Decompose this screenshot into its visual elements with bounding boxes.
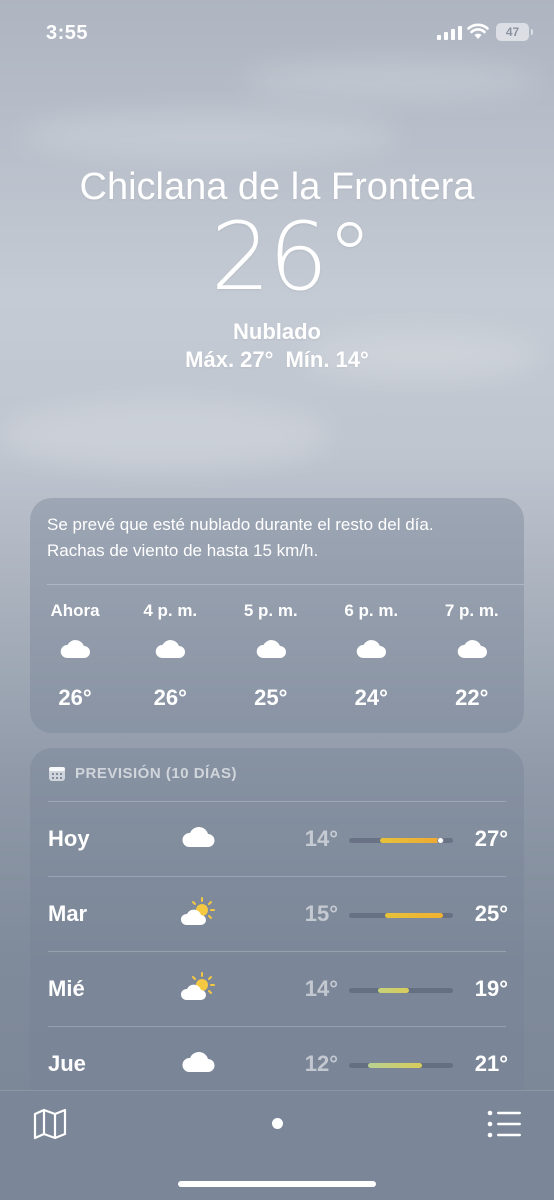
hour-label: Ahora [50,601,100,620]
hour-label: 7 p. m. [444,601,499,620]
hour-item: 5 p. m. 25° [221,601,322,711]
daily-forecast-header: PREVISIÓN (10 DÍAS) [48,765,237,782]
high-temp: 25° [474,901,508,926]
divider [47,584,524,585]
high-temp: 19° [474,976,508,1001]
high-temperature: Máx. 27° [185,347,274,372]
hour-label: 6 p. m. [344,601,399,620]
temperature-range-bar [349,837,453,844]
bottom-toolbar [0,1090,554,1200]
temperature-range-fill [380,838,443,843]
low-temp: 14° [304,976,338,1001]
forecast-summary: Se prevé que esté nublado durante el res… [47,512,517,564]
day-name: Mar [48,901,88,926]
partly-sunny-icon [180,972,215,1000]
list-icon[interactable] [487,1110,521,1138]
temperature-range-bar [349,988,453,993]
cloud-icon [321,625,422,671]
cloud-icon [30,625,120,671]
cellular-signal-icon [437,26,462,40]
high-temp: 21° [474,1051,508,1076]
high-temp: 27° [474,826,508,851]
hourly-list[interactable]: Ahora 26° 4 p. m. 26° 5 p. m. 25° 6 p. m… [30,601,524,711]
page-indicator-dot[interactable] [272,1118,283,1129]
battery-level: 47 [505,25,520,39]
day-row[interactable]: Mié 14° 19° [30,952,524,1026]
hour-label: 5 p. m. [243,601,298,620]
daily-forecast-card[interactable]: PREVISIÓN (10 DÍAS) Hoy 14° 27° Mar 15° … [30,748,524,1108]
cloud-icon [182,826,215,847]
cloud-icon [422,625,523,671]
cloud-icon [221,625,322,671]
hour-temp: 22° [455,685,489,710]
low-temperature: Mín. 14° [285,347,369,372]
hour-item: 7 p. m. 22° [422,601,523,711]
partly-sunny-icon [180,897,215,925]
hour-item: 4 p. m. 26° [120,601,221,711]
hour-temp: 26° [153,685,187,710]
status-time: 3:55 [46,22,89,44]
calendar-icon [49,767,65,781]
wifi-icon [467,23,489,39]
temperature-range-fill [378,988,410,993]
home-indicator[interactable] [178,1181,376,1187]
day-name: Mié [48,976,85,1001]
temperature-range-bar [349,913,453,918]
temperature-range-fill [385,913,443,918]
cloud-streak [20,110,400,160]
low-temp: 15° [304,901,338,926]
hour-item: Ahora 26° [30,601,120,711]
current-weather-header: Chiclana de la Frontera 26° Nublado Máx.… [0,162,554,374]
battery-icon: 47 [496,23,533,41]
day-name: Jue [48,1051,86,1076]
hour-label: 4 p. m. [143,601,198,620]
cloud-streak [240,60,540,100]
summary-line: Rachas de viento de hasta 15 km/h. [47,541,319,560]
current-temperature: 26° [210,203,374,312]
summary-line: Se prevé que esté nublado durante el res… [47,515,434,534]
cloud-icon [120,625,221,671]
temperature-range-fill [367,1063,422,1068]
day-row[interactable]: Hoy 14° 27° [30,802,524,876]
daily-forecast-title: PREVISIÓN (10 DÍAS) [75,765,238,782]
current-temp-dot [437,837,445,844]
cloud-icon [182,1051,215,1072]
high-low: Máx. 27° Mín. 14° [0,346,554,374]
current-condition: Nublado [233,319,321,344]
status-bar: 3:55 47 [0,0,554,66]
hourly-forecast-card[interactable]: Se prevé que esté nublado durante el res… [30,498,524,733]
day-row[interactable]: Mar 15° 25° [30,877,524,951]
day-name: Hoy [48,826,90,851]
low-temp: 14° [304,826,338,851]
hour-temp: 25° [254,685,288,710]
cloud-streak [0,400,330,470]
hour-item: 6 p. m. 24° [321,601,422,711]
hour-temp: 24° [354,685,388,710]
temperature-range-bar [349,1063,453,1068]
hour-temp: 26° [58,685,92,710]
map-icon[interactable] [33,1108,67,1140]
low-temp: 12° [304,1051,338,1076]
